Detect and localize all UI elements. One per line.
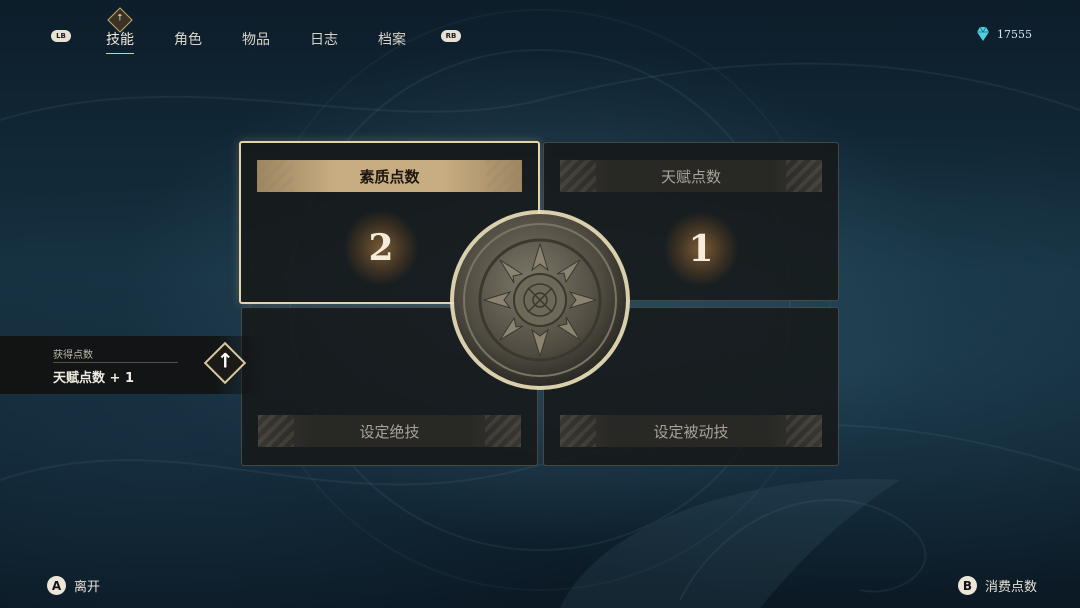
spend-points-label: 消费点数 (984, 580, 1037, 595)
b-button-icon: B (957, 576, 977, 595)
tab-journal[interactable]: 日志 (310, 29, 338, 49)
currency-amount: 17555 (997, 27, 1032, 41)
notification-divider (53, 362, 178, 363)
a-button-icon: A (47, 576, 66, 595)
attribute-points-label: 素质点数 (257, 160, 522, 192)
notification-body: 天赋点数 + 1 (53, 371, 134, 386)
lb-bumper-icon[interactable]: LB (51, 30, 71, 42)
set-passive-label: 设定被动技 (560, 415, 822, 447)
arrow-up-diamond-icon: ↑ (203, 341, 247, 385)
leave-label: 离开 (74, 580, 101, 595)
points-gained-notification: 获得点数 天赋点数 + 1 ↑ (0, 336, 268, 394)
notification-title: 获得点数 (53, 350, 93, 361)
tab-archive[interactable]: 档案 (378, 29, 406, 49)
tab-items[interactable]: 物品 (242, 29, 270, 49)
tab-character[interactable]: 角色 (174, 29, 202, 49)
sun-medallion-icon (450, 210, 630, 390)
tab-skills[interactable]: 技能 (106, 29, 134, 54)
top-navigation: LB ↑ 技能 角色 物品 日志 档案 RB 17555 (0, 0, 1080, 60)
crystal-icon (977, 27, 989, 41)
leave-prompt[interactable]: A 离开 (47, 576, 100, 595)
talent-points-label: 天赋点数 (560, 160, 822, 192)
spend-points-prompt[interactable]: B 消费点数 (957, 576, 1037, 595)
rb-bumper-icon[interactable]: RB (441, 30, 461, 42)
attribute-points-value: 2 (343, 210, 419, 286)
currency-display: 17555 (977, 27, 1032, 41)
talent-points-value: 1 (663, 211, 739, 287)
set-ultimate-label: 设定绝技 (258, 415, 521, 447)
